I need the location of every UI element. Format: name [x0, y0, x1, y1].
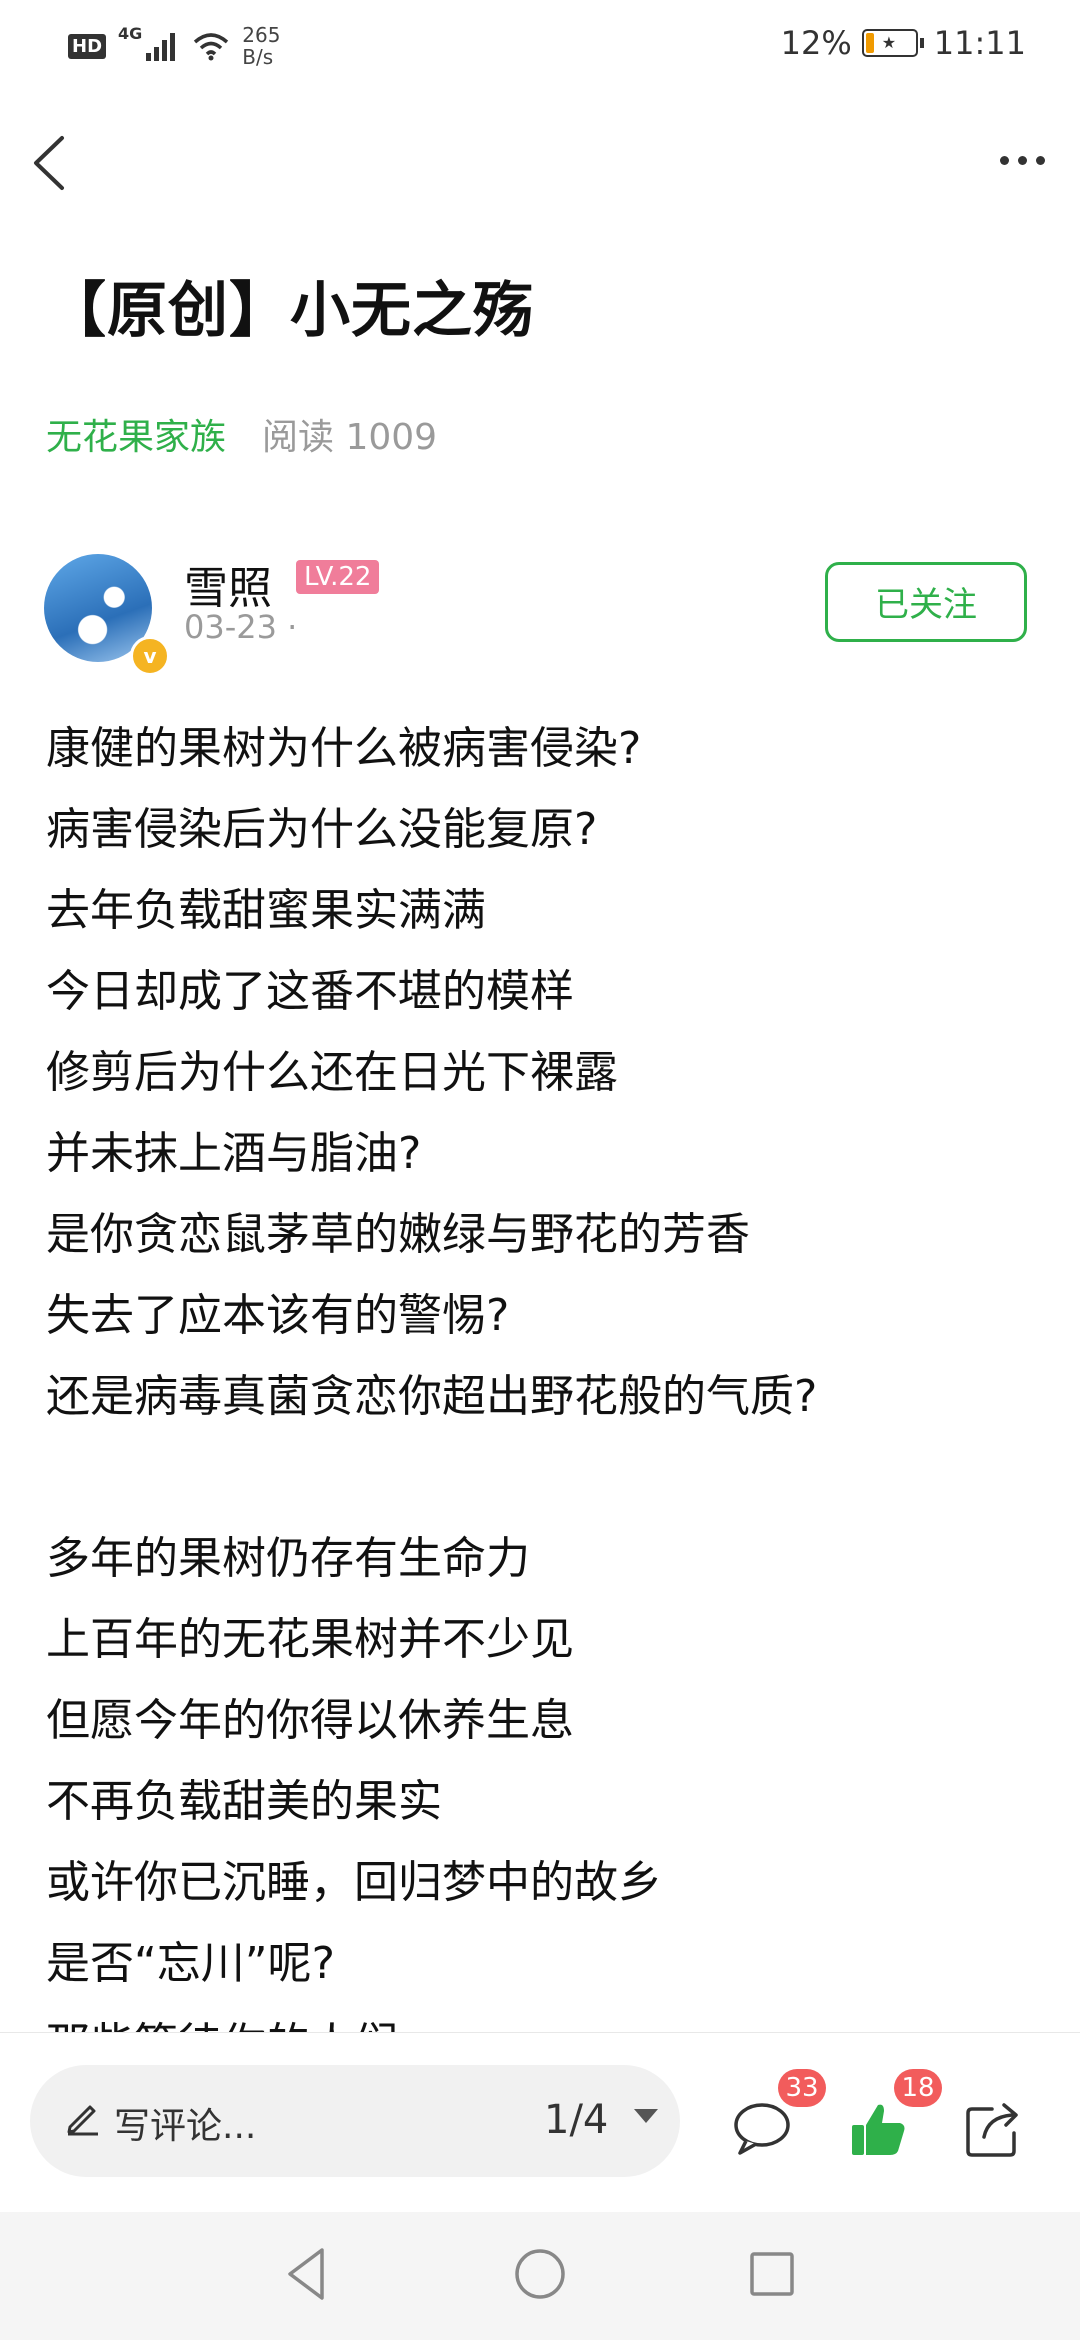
bottom-action-bar: 写评论... 1/4 33 18 [0, 2032, 1080, 2213]
network-type: 4G [118, 24, 143, 43]
back-button[interactable] [20, 128, 80, 198]
system-back-button[interactable] [276, 2242, 340, 2306]
body-line: 失去了应本该有的警惕? [46, 1290, 510, 1341]
body-line: 那些等待你的人们 [46, 2004, 1046, 2032]
battery-icon: ★ [861, 29, 918, 57]
like-count-badge: 18 [894, 2069, 942, 2107]
status-bar: HD 4G 265 B/s 12% ★ 11:11 [0, 0, 1080, 92]
signal-icon [146, 33, 176, 61]
body-line: 并未抹上酒与脂油? [46, 1128, 422, 1179]
body-line-blank [46, 1437, 1046, 1518]
more-dot [999, 155, 1009, 165]
body-line: 去年负载甜蜜果实满满 [46, 885, 486, 936]
level-badge: LV.22 [296, 560, 380, 594]
chevron-left-icon [34, 136, 64, 190]
speed-value: 265 [242, 23, 281, 47]
avatar[interactable]: v [44, 554, 170, 676]
network-speed: 265 B/s [242, 24, 280, 68]
pencil-icon [67, 2105, 98, 2136]
verified-v-icon: v [130, 636, 170, 676]
body-line: 或许你已沉睡，回归梦中的故乡 [46, 1857, 662, 1908]
body-line: 不再负载甜美的果实 [46, 1776, 442, 1827]
body-line: 是你贪恋鼠茅草的嫩绿与野花的芳香 [46, 1209, 750, 1260]
comment-placeholder: 写评论... [114, 2106, 257, 2147]
comment-button[interactable] [730, 2097, 794, 2161]
body-line: 上百年的无花果树并不少见 [46, 1614, 574, 1665]
read-count: 阅读 1009 [262, 417, 438, 458]
body-line: 是否“忘川”呢? [46, 1938, 335, 1989]
article-meta: 无花果家族 阅读 1009 [46, 408, 437, 460]
comment-input[interactable]: 写评论... 1/4 [30, 2065, 680, 2177]
clock: 11:11 [933, 24, 1026, 62]
body-line: 多年的果树仍存有生命力 [46, 1533, 530, 1584]
top-nav-bar [0, 110, 1080, 210]
article-body: 康健的果树为什么被病害侵染? 病害侵染后为什么没能复原? 去年负载甜蜜果实满满 … [46, 708, 1046, 2032]
body-line: 修剪后为什么还在日光下裸露 [46, 1047, 618, 1098]
comment-count-badge: 33 [778, 2069, 826, 2107]
comment-bubble-icon [734, 2103, 790, 2155]
share-icon [966, 2103, 1018, 2157]
battery-cap [919, 38, 924, 48]
hd-icon: HD [68, 33, 107, 59]
share-button[interactable] [962, 2097, 1026, 2161]
author-name[interactable]: 雪照 [184, 552, 272, 616]
more-button[interactable] [984, 140, 1060, 180]
system-home-button[interactable] [508, 2242, 572, 2306]
article-title: 【原创】小无之殇 [46, 276, 534, 346]
caret-down-icon[interactable] [634, 2109, 658, 2123]
circle-link[interactable]: 无花果家族 [46, 408, 226, 460]
thumbs-up-icon [852, 2104, 905, 2155]
battery-percent: 12% [780, 24, 852, 62]
more-dot [1017, 155, 1027, 165]
like-button[interactable] [846, 2097, 910, 2161]
body-line: 病害侵染后为什么没能复原? [46, 804, 598, 855]
body-line: 但愿今年的你得以休养生息 [46, 1695, 574, 1746]
follow-button[interactable]: 已关注 [825, 562, 1027, 642]
post-date: 03-23 · [184, 608, 298, 646]
more-dot [1035, 155, 1045, 165]
system-nav-bar [0, 2212, 1080, 2340]
page-indicator[interactable]: 1/4 [544, 2097, 608, 2143]
status-left: HD 4G 265 B/s [68, 24, 280, 68]
triangle-back-icon [288, 2248, 324, 2300]
body-line: 还是病毒真菌贪恋你超出野花般的气质? [46, 1371, 818, 1422]
system-recent-button[interactable] [740, 2242, 804, 2306]
body-line: 康健的果树为什么被病害侵染? [46, 723, 642, 774]
body-line: 今日却成了这番不堪的模样 [46, 966, 574, 1017]
square-recent-icon [750, 2252, 794, 2296]
wifi-icon [194, 33, 229, 61]
speed-unit: B/s [242, 45, 274, 69]
circle-home-icon [515, 2249, 565, 2299]
status-right: 12% ★ 11:11 [781, 24, 1026, 62]
author-row: v 雪照 LV.22 03-23 · 已关注 [44, 552, 1044, 676]
